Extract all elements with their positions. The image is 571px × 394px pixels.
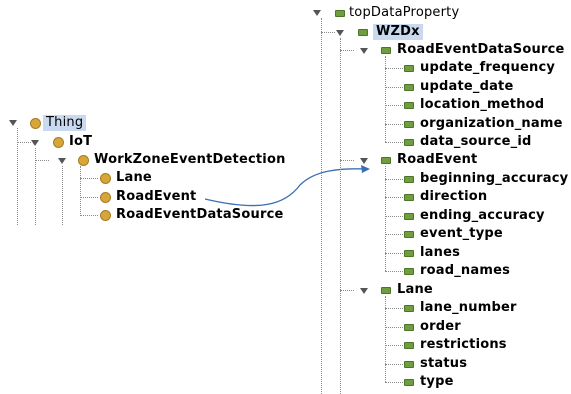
tree-connector [385, 166, 386, 271]
tree-connector [385, 364, 403, 365]
property-update-frequency[interactable]: update_frequency [420, 60, 555, 76]
tree-connector [321, 32, 335, 33]
data-property-icon [404, 324, 414, 331]
tree-connector [385, 197, 403, 198]
tree-connector [385, 216, 403, 217]
property-beginning-accuracy[interactable]: beginning_accuracy [420, 171, 568, 187]
property-lane-number[interactable]: lane_number [420, 300, 517, 316]
tree-connector [385, 271, 403, 272]
property-data-source-id[interactable]: data_source_id [420, 134, 532, 150]
property-type[interactable]: type [420, 374, 454, 390]
data-property-icon [335, 10, 345, 17]
tree-connector [385, 253, 403, 254]
data-property-icon [404, 194, 414, 201]
expand-toggle-icon[interactable] [360, 48, 368, 54]
property-direction[interactable]: direction [420, 189, 487, 205]
tree-connector [385, 105, 403, 106]
data-property-icon [404, 379, 414, 386]
data-property-icon [404, 231, 414, 238]
data-property-icon [404, 84, 414, 91]
tree-connector [340, 50, 354, 51]
tree-connector [385, 345, 403, 346]
data-property-icon [404, 176, 414, 183]
data-property-icon [404, 342, 414, 349]
data-property-icon [404, 102, 414, 109]
tree-connector [385, 142, 403, 143]
expand-toggle-icon[interactable] [313, 10, 321, 16]
property-order[interactable]: order [420, 319, 461, 335]
expand-toggle-icon[interactable] [336, 30, 344, 36]
property-location-method[interactable]: location_method [420, 97, 544, 113]
data-property-icon [404, 268, 414, 275]
mapping-arrow-line [204, 168, 369, 207]
property-group-lane[interactable]: Lane [397, 282, 433, 298]
tree-connector [340, 38, 341, 394]
property-group-road-event[interactable]: RoadEvent [397, 152, 477, 168]
data-property-icon [404, 213, 414, 220]
property-wzdx[interactable]: WZDx [373, 24, 423, 40]
expand-toggle-icon[interactable] [360, 288, 368, 294]
data-property-icon [404, 121, 414, 128]
property-group-road-event-data-source[interactable]: RoadEventDataSource [397, 42, 565, 58]
property-restrictions[interactable]: restrictions [420, 337, 507, 353]
tree-connector [385, 234, 403, 235]
data-property-icon [404, 361, 414, 368]
property-top-data-property[interactable]: topDataProperty [349, 5, 459, 21]
tree-connector [385, 68, 403, 69]
property-ending-accuracy[interactable]: ending_accuracy [420, 208, 545, 224]
data-property-icon [381, 47, 391, 54]
tree-connector [385, 179, 403, 180]
property-update-date[interactable]: update_date [420, 79, 513, 95]
property-road-names[interactable]: road_names [420, 263, 510, 279]
data-property-icon [404, 305, 414, 312]
property-event-type[interactable]: event_type [420, 226, 503, 242]
data-property-icon [404, 250, 414, 257]
tree-connector [340, 290, 354, 291]
tree-connector [321, 18, 322, 394]
property-status[interactable]: status [420, 356, 467, 372]
data-property-icon [358, 29, 368, 36]
tree-connector [385, 87, 403, 88]
tree-connector [385, 327, 403, 328]
mapping-arrowhead [361, 165, 370, 173]
data-property-icon [404, 65, 414, 72]
data-property-icon [381, 157, 391, 164]
property-organization-name[interactable]: organization_name [420, 116, 563, 132]
tree-connector [385, 124, 403, 125]
tree-connector [340, 160, 354, 161]
expand-toggle-icon[interactable] [360, 158, 368, 164]
tree-connector [385, 308, 403, 309]
data-property-icon [404, 139, 414, 146]
tree-connector [385, 382, 403, 383]
property-lanes[interactable]: lanes [420, 245, 460, 261]
data-property-icon [381, 287, 391, 294]
ontology-diagram: Thing IoT WorkZoneEventDetection Lane Ro… [0, 0, 571, 394]
